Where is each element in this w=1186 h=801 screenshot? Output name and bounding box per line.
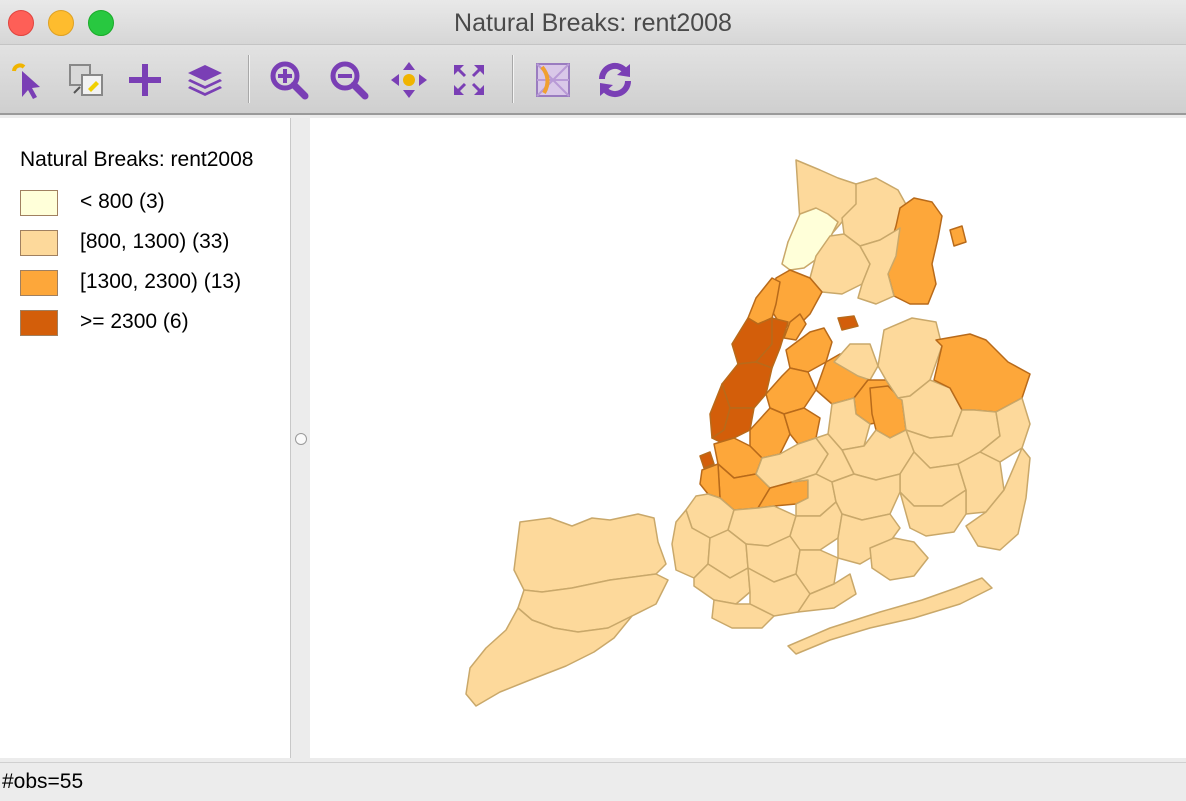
panel-splitter[interactable]	[291, 118, 309, 758]
basemap-icon	[536, 63, 570, 97]
full-extent-button[interactable]	[448, 59, 490, 101]
window-title: Natural Breaks: rent2008	[454, 9, 732, 37]
basemap-button[interactable]	[532, 59, 574, 101]
legend-swatch	[20, 270, 58, 296]
status-bar: #obs=55	[0, 762, 1186, 801]
zoom-out-button[interactable]	[328, 59, 370, 101]
layers-button[interactable]	[184, 59, 226, 101]
pan-button[interactable]	[388, 59, 430, 101]
selection-shape-icon	[69, 64, 103, 96]
select-pointer-button[interactable]	[8, 59, 50, 101]
toolbar	[0, 45, 1186, 115]
legend-swatch	[20, 190, 58, 216]
legend-swatch	[20, 230, 58, 256]
region-rikers-island[interactable]	[837, 315, 859, 331]
region-brooklyn-red-hook[interactable]	[699, 463, 721, 499]
zoom-out-icon	[330, 61, 369, 100]
legend-label: < 800 (3)	[80, 190, 165, 213]
toolbar-separator	[248, 55, 250, 103]
legend-label: [1300, 2300) (13)	[80, 270, 242, 293]
add-button[interactable]	[124, 59, 166, 101]
add-icon	[129, 64, 161, 96]
region-jamaica-bay-islands[interactable]	[869, 537, 929, 581]
refresh-icon	[598, 62, 632, 98]
zoom-in-button[interactable]	[268, 59, 310, 101]
full-extent-icon	[454, 65, 484, 95]
legend-label: [800, 1300) (33)	[80, 230, 230, 253]
toolbar-separator	[512, 55, 514, 103]
region-manhattan-midtown[interactable]	[721, 361, 773, 409]
legend-panel: Natural Breaks: rent2008 < 800 (3) [800,…	[0, 118, 291, 758]
zoom-in-icon	[270, 61, 309, 100]
map-canvas[interactable]	[310, 118, 1186, 758]
title-bar: Natural Breaks: rent2008	[0, 0, 1186, 45]
legend-title: Natural Breaks: rent2008	[20, 148, 254, 171]
choropleth-map[interactable]	[310, 118, 1186, 758]
legend-swatch	[20, 310, 58, 336]
splitter-handle[interactable]	[295, 433, 307, 445]
layers-icon	[188, 65, 222, 96]
observation-count: #obs=55	[2, 770, 84, 793]
pan-icon	[391, 62, 427, 98]
select-pointer-icon	[12, 63, 40, 99]
legend-label: >= 2300 (6)	[80, 310, 189, 333]
refresh-button[interactable]	[594, 59, 636, 101]
selection-shape-button[interactable]	[66, 59, 108, 101]
region-governors-island[interactable]	[699, 451, 715, 469]
region-city-island[interactable]	[949, 225, 967, 247]
region-queens-lic[interactable]	[765, 367, 817, 415]
